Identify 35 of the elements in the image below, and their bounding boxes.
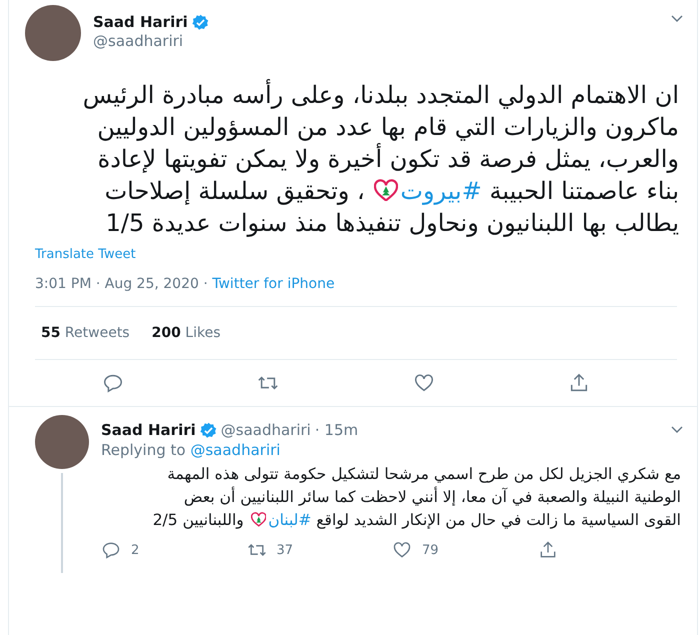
reply-icon[interactable] <box>101 540 121 560</box>
translate-tweet-link[interactable]: Translate Tweet <box>35 247 136 262</box>
heart-icon[interactable] <box>392 540 412 560</box>
replying-to-label: Replying to <box>101 441 186 459</box>
tweet-text-line: ماكرون والزيارات التي قام بها عدد من المسؤولين الدوليين <box>96 112 679 143</box>
heart-icon[interactable] <box>412 372 435 394</box>
mention-link[interactable]: @saadhariri <box>190 441 280 459</box>
tweet-text-line: ان الاهتمام الدولي المتجدد ببلدنا، وعلى رأسه مبادرة الرئيس <box>82 79 679 111</box>
tweet-text-line: والعرب، يمثل فرصة قد تكون أخيرة ولا يمكن تفويتها لإعادة <box>96 143 679 175</box>
tweet-source-link[interactable]: Twitter for iPhone <box>212 276 335 292</box>
author-handle[interactable]: @saadhariri <box>93 32 184 50</box>
reply-count: 2 <box>131 542 140 558</box>
retweets-count[interactable]: 55 Retweets <box>41 325 130 341</box>
chevron-down-icon[interactable] <box>671 426 683 434</box>
author-handle[interactable]: @saadhariri <box>220 421 311 439</box>
tweet-text-line: القوى السياسية ما زالت في حال من الإنكار الشديد لواقع #لبنان واللبنانيين 2/5 <box>152 510 681 531</box>
reply-icon[interactable] <box>102 372 124 394</box>
flag-heart-icon <box>374 178 398 202</box>
hashtag-link[interactable]: #لبنان <box>268 511 312 529</box>
hashtag-link[interactable]: #بيروت <box>400 177 482 205</box>
likes-count[interactable]: 200 Likes <box>152 325 220 341</box>
tweet-text-line: مع شكري الجزيل لكل من طرح اسمي مرشحا لتشكيل حكومة تتولى هذه المهمة <box>166 464 681 485</box>
tweet-text-line: بناء عاصمتنا الحبيبة #بيروت ، وتحقيق سلسلة إصلاحات <box>104 176 679 207</box>
tweet-timestamp[interactable]: 3:01 PM · Aug 25, 2020 · <box>35 276 212 292</box>
tweet-text-line: يطالب بها اللبنانيون ونحاول تنفيذها منذ سنوات عديدة 1/5 <box>104 208 679 239</box>
author-name[interactable]: Saad Hariri <box>101 421 196 439</box>
retweet-count: 37 <box>276 542 294 558</box>
flag-heart-icon <box>250 512 266 527</box>
tweet-text-line: الوطنية النبيلة والصعبة في آن معا، إلا أنني لاحظت كما سائر اللبنانيين أن بعض <box>182 486 681 508</box>
like-count: 79 <box>422 542 439 558</box>
chevron-down-icon[interactable] <box>671 15 683 23</box>
reply-age: · 15m <box>314 421 358 439</box>
share-icon[interactable] <box>538 540 558 560</box>
avatar-photo-placeholder[interactable] <box>35 415 89 469</box>
author-name[interactable]: Saad Hariri <box>93 13 188 31</box>
